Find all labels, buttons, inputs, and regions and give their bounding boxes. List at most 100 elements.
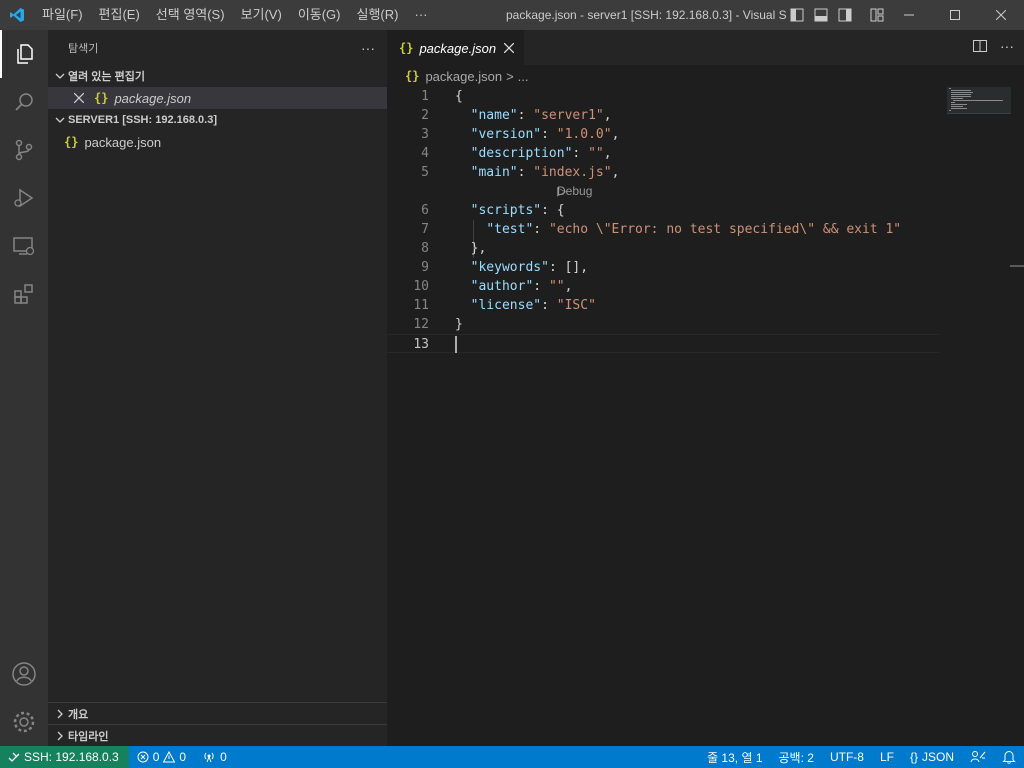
code-editor[interactable]: 1{ 2 "name": "server1", 3 "version": "1.… xyxy=(387,87,939,353)
code-line: 5 "main": "index.js", xyxy=(387,163,939,182)
editor-scrollbar[interactable] xyxy=(1010,87,1024,746)
remote-explorer-icon[interactable] xyxy=(0,222,48,270)
cursor-position[interactable]: 줄 13, 열 1 xyxy=(699,746,770,768)
debug-codelens[interactable]: ▷ Debug xyxy=(387,182,939,201)
line-number: 11 xyxy=(413,298,429,313)
settings-gear-icon[interactable] xyxy=(0,698,48,746)
code-line: 2 "name": "server1", xyxy=(387,106,939,125)
line-text: "author": "", xyxy=(470,279,573,294)
code-line: 7 "test": "echo \"Error: no test specifi… xyxy=(387,220,939,239)
chevron-down-icon xyxy=(52,112,68,128)
activity-bar xyxy=(0,30,48,746)
customize-layout-icon[interactable] xyxy=(868,6,886,24)
menu-go[interactable]: 이동(G) xyxy=(290,0,349,30)
minimize-icon[interactable] xyxy=(886,0,932,30)
account-icon[interactable] xyxy=(0,650,48,698)
json-file-icon: {} xyxy=(399,41,414,55)
outline-label: 개요 xyxy=(68,708,89,721)
explorer-sidebar: 탐색기 ··· 열려 있는 편집기 {} package.json SERVER… xyxy=(48,30,387,746)
line-text: "version": "1.0.0", xyxy=(470,127,620,142)
notifications-bell-icon[interactable] xyxy=(994,746,1024,768)
toggle-primary-sidebar-icon[interactable] xyxy=(788,6,806,24)
remote-indicator[interactable]: SSH: 192.168.0.3 xyxy=(0,746,129,768)
tab-label: package.json xyxy=(419,40,497,56)
json-icon: {} xyxy=(909,750,918,764)
explorer-icon[interactable] xyxy=(0,30,48,78)
close-icon[interactable] xyxy=(74,93,90,103)
search-icon[interactable] xyxy=(0,78,48,126)
line-number: 2 xyxy=(421,108,429,123)
error-icon xyxy=(137,751,149,763)
code-line: 12} xyxy=(387,315,939,334)
chevron-right-icon xyxy=(52,728,68,744)
ports-indicator[interactable]: 0 xyxy=(194,746,235,768)
menu-view[interactable]: 보기(V) xyxy=(233,0,290,30)
window-title: package.json - server1 [SSH: 192.168.0.3… xyxy=(506,8,786,22)
window-controls xyxy=(886,0,1024,30)
line-number: 7 xyxy=(421,222,429,237)
codelens-label: Debug xyxy=(557,184,593,198)
code-line: 3 "version": "1.0.0", xyxy=(387,125,939,144)
minimap[interactable] xyxy=(947,87,1011,137)
remote-icon xyxy=(8,751,20,763)
encoding[interactable]: UTF-8 xyxy=(822,746,872,768)
layout-controls xyxy=(788,6,886,24)
line-number: 13 xyxy=(413,337,429,352)
sidebar-more-button[interactable]: ··· xyxy=(361,40,375,56)
chevron-right-icon xyxy=(52,706,68,722)
maximize-icon[interactable] xyxy=(932,0,978,30)
breadcrumb-file[interactable]: package.json xyxy=(425,69,502,84)
line-text: }, xyxy=(470,241,487,256)
line-text: "main": "index.js", xyxy=(470,165,620,180)
file-item[interactable]: {} package.json xyxy=(48,131,387,153)
open-editor-item[interactable]: {} package.json xyxy=(48,87,387,109)
breadcrumb-more[interactable]: ... xyxy=(518,69,529,84)
warning-count: 0 xyxy=(179,750,187,764)
language-mode[interactable]: {} JSON xyxy=(902,746,962,768)
vscode-logo-icon xyxy=(0,0,34,30)
code-line: 8 }, xyxy=(387,239,939,258)
end-of-line[interactable]: LF xyxy=(872,746,902,768)
line-text: { xyxy=(455,89,463,104)
outline-section[interactable]: 개요 xyxy=(48,702,387,724)
split-editor-icon[interactable] xyxy=(972,38,988,54)
editor-actions: ··· xyxy=(972,38,1014,54)
line-number: 8 xyxy=(421,241,429,256)
toggle-secondary-sidebar-icon[interactable] xyxy=(836,6,854,24)
tab-close-icon[interactable] xyxy=(504,43,515,53)
menu-file[interactable]: 파일(F) xyxy=(34,0,91,30)
indentation[interactable]: 공백: 2 xyxy=(771,746,822,768)
menu-more[interactable]: ··· xyxy=(406,0,435,30)
line-text: "keywords": [], xyxy=(470,260,589,275)
problems-indicator[interactable]: 0 0 xyxy=(129,746,194,768)
more-actions-icon[interactable]: ··· xyxy=(1000,38,1014,54)
menu-edit[interactable]: 편집(E) xyxy=(91,0,148,30)
workspace-section[interactable]: SERVER1 [SSH: 192.168.0.3] xyxy=(48,109,387,131)
source-control-icon[interactable] xyxy=(0,126,48,174)
breadcrumb-separator: > xyxy=(506,68,514,84)
editor-area: {} package.json ··· {} package.json > ..… xyxy=(387,30,1024,746)
warning-icon xyxy=(163,751,176,763)
line-number: 3 xyxy=(421,127,429,142)
code-line: 9 "keywords": [], xyxy=(387,258,939,277)
run-debug-icon[interactable] xyxy=(0,174,48,222)
open-editor-filename: package.json xyxy=(114,90,192,106)
feedback-icon[interactable] xyxy=(962,746,994,768)
timeline-label: 타임라인 xyxy=(68,730,109,743)
line-number: 9 xyxy=(421,260,429,275)
menu-bar: 파일(F) 편집(E) 선택 영역(S) 보기(V) 이동(G) 실행(R) ·… xyxy=(34,0,435,30)
menu-run[interactable]: 실행(R) xyxy=(349,0,407,30)
timeline-section[interactable]: 타임라인 xyxy=(48,724,387,746)
open-editors-section[interactable]: 열려 있는 편집기 xyxy=(48,65,387,87)
status-bar: SSH: 192.168.0.3 0 0 0 줄 13, 열 1 공백: 2 U… xyxy=(0,746,1024,768)
toggle-panel-icon[interactable] xyxy=(812,6,830,24)
extensions-icon[interactable] xyxy=(0,270,48,318)
title-bar: 파일(F) 편집(E) 선택 영역(S) 보기(V) 이동(G) 실행(R) ·… xyxy=(0,0,1024,30)
tab-package-json[interactable]: {} package.json xyxy=(387,30,525,65)
code-line: 1{ xyxy=(387,87,939,106)
file-item-name: package.json xyxy=(84,134,162,150)
close-window-icon[interactable] xyxy=(978,0,1024,30)
open-editors-label: 열려 있는 편집기 xyxy=(68,71,145,83)
menu-selection[interactable]: 선택 영역(S) xyxy=(148,0,233,30)
code-line: 10 "author": "", xyxy=(387,277,939,296)
